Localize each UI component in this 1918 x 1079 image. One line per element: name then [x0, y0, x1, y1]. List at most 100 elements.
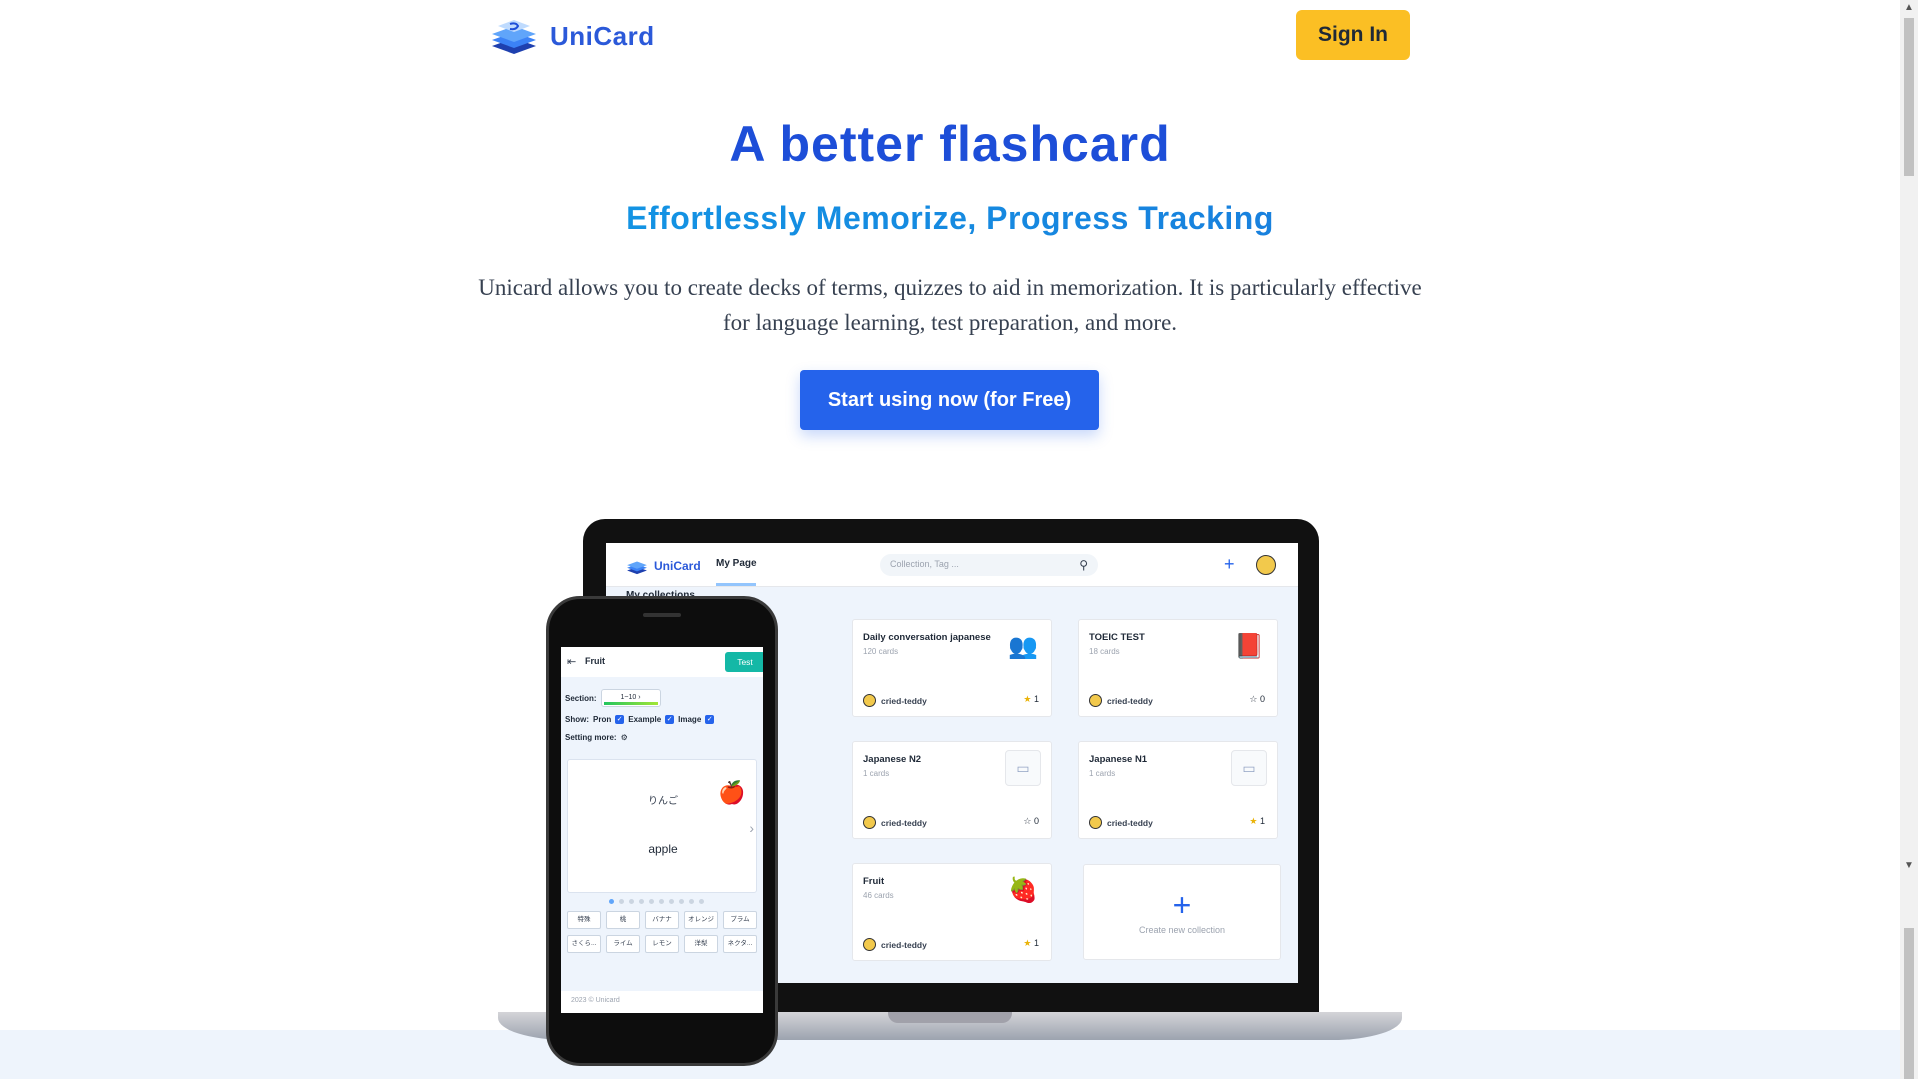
show-label: Show: [565, 715, 589, 724]
star-count: ★ 1 [1023, 938, 1039, 948]
avatar [863, 694, 876, 707]
collection-card: Japanese N2 1 cards ▭ cried-teddy ☆ 0 [852, 741, 1052, 839]
card-placeholder-icon: ▭ [1231, 750, 1267, 786]
phone-header: ⇤ Fruit Test [561, 647, 763, 677]
brand-name: UniCard [550, 20, 655, 51]
card-count: 18 cards [1089, 647, 1120, 656]
chevron-right-icon: › [749, 820, 754, 836]
hero-subtitle: Effortlessly Memorize, Progress Tracking [0, 200, 1900, 237]
scrollbar-track-segment [1904, 928, 1914, 1079]
tab-my-page: My Page [716, 558, 757, 569]
add-icon: + [1224, 554, 1235, 574]
apple-icon: 🍎 [718, 780, 746, 805]
term-chip: ライム [606, 935, 640, 953]
pagination-dot [679, 899, 684, 904]
owner: cried-teddy [863, 938, 927, 951]
term-chip: 洋梨 [684, 935, 718, 953]
stacked-cards-logo-icon [627, 561, 647, 575]
setting-row: Setting more: ⚙ [565, 733, 628, 742]
avatar [1089, 694, 1102, 707]
term-chip: バナナ [645, 911, 679, 929]
scrollbar-thumb[interactable] [1904, 18, 1914, 176]
term-chips: 特殊 桃 バナナ オレンジ プラム さくら... ライム レモン 洋梨 ネクタ.… [567, 911, 763, 953]
pagination-dot [689, 899, 694, 904]
term-chip: ネクタ... [723, 935, 757, 953]
owner: cried-teddy [1089, 816, 1153, 829]
section-label: Section: [565, 693, 597, 703]
gear-icon: ⚙ [620, 733, 628, 742]
search-placeholder: Collection, Tag ... [890, 559, 959, 569]
collection-title: Fruit [863, 876, 885, 887]
star-count: ★ 1 [1023, 694, 1039, 704]
collection-title: TOEIC TEST [1089, 632, 1145, 643]
section-row: Section: 1~10 › [565, 689, 661, 707]
term-chip: レモン [645, 935, 679, 953]
avatar [1256, 555, 1276, 575]
image-label: Image [678, 715, 702, 724]
phone-footer: 2023 © Unicard [561, 991, 763, 1013]
collection-card: Japanese N1 1 cards ▭ cried-teddy ★ 1 [1078, 741, 1278, 839]
avatar [1089, 816, 1102, 829]
star-count: ★ 1 [1249, 816, 1265, 826]
example-label: Example [628, 715, 662, 724]
brand-logo[interactable]: UniCard [490, 16, 655, 56]
term-chip: オレンジ [684, 911, 718, 929]
card-count: 46 cards [863, 891, 894, 900]
card-count: 1 cards [863, 769, 890, 778]
scroll-up-icon[interactable]: ▲ [1904, 2, 1914, 13]
term-japanese: りんご [648, 796, 678, 807]
term-chip: 桃 [606, 911, 640, 929]
app-search-input: Collection, Tag ... ⚲ [880, 554, 1098, 576]
setting-label: Setting more: [565, 733, 617, 742]
app-brand: UniCard [626, 557, 701, 575]
collection-title: Daily conversation japanese [863, 632, 991, 643]
show-row: Show: Pron ✓ Example ✓ Image ✓ [565, 715, 715, 724]
collection-title: Japanese N1 [1089, 754, 1148, 765]
star-count: ☆ 0 [1023, 816, 1039, 826]
test-button: Test [725, 652, 763, 672]
people-talking-icon: 👥 [1008, 632, 1038, 660]
collection-card: Fruit 46 cards 🍓 cried-teddy ★ 1 [852, 863, 1052, 961]
card-count: 120 cards [863, 647, 899, 656]
pron-label: Pron [593, 715, 612, 724]
card-count: 1 cards [1089, 769, 1116, 778]
phone-screen: ⇤ Fruit Test Section: 1~10 › Show: Pron ✓… [561, 647, 763, 1013]
check-icon: ✓ [665, 715, 675, 724]
avatar [863, 938, 876, 951]
pagination-dot [619, 899, 624, 904]
collection-card: Daily conversation japanese 120 cards 👥 … [852, 619, 1052, 717]
pagination-dot [629, 899, 634, 904]
phone-frame: ⇤ Fruit Test Section: 1~10 › Show: Pron ✓… [546, 596, 778, 1066]
deck-title: Fruit [585, 656, 605, 666]
collection-card: TOEIC TEST 18 cards 📕 cried-teddy ☆ 0 [1078, 619, 1278, 717]
pagination-dots [609, 899, 704, 904]
sign-in-button[interactable]: Sign In [1296, 10, 1410, 60]
app-navbar: UniCard My Page Collection, Tag ... ⚲ + [606, 543, 1298, 587]
pagination-dot [649, 899, 654, 904]
landing-page: UniCard Sign In A better flashcard Effor… [0, 0, 1900, 1079]
pagination-dot [609, 899, 614, 904]
pagination-dot [669, 899, 674, 904]
term-chip: プラム [723, 911, 757, 929]
term-chip: 特殊 [567, 911, 601, 929]
check-icon: ✓ [615, 715, 625, 724]
owner: cried-teddy [1089, 694, 1153, 707]
star-count: ☆ 0 [1249, 694, 1265, 704]
stacked-cards-logo-icon [492, 20, 536, 54]
pagination-dot [699, 899, 704, 904]
exit-icon: ⇤ [567, 656, 577, 668]
pagination-dot [659, 899, 664, 904]
search-icon: ⚲ [1079, 558, 1088, 572]
owner: cried-teddy [863, 694, 927, 707]
pagination-dot [639, 899, 644, 904]
app-brand-name: UniCard [654, 559, 701, 573]
flashcard: りんご 🍎 apple › [567, 759, 757, 893]
fruit-icon: 🍓 [1008, 876, 1038, 904]
page-scrollbar[interactable]: ▲ ▼ [1900, 0, 1918, 1079]
owner: cried-teddy [863, 816, 927, 829]
hero-title: A better flashcard [729, 116, 1171, 172]
section-select: 1~10 › [600, 689, 661, 707]
scroll-down-icon[interactable]: ▼ [1904, 860, 1914, 871]
start-free-button[interactable]: Start using now (for Free) [800, 370, 1099, 430]
laptop-notch [888, 1012, 1012, 1023]
